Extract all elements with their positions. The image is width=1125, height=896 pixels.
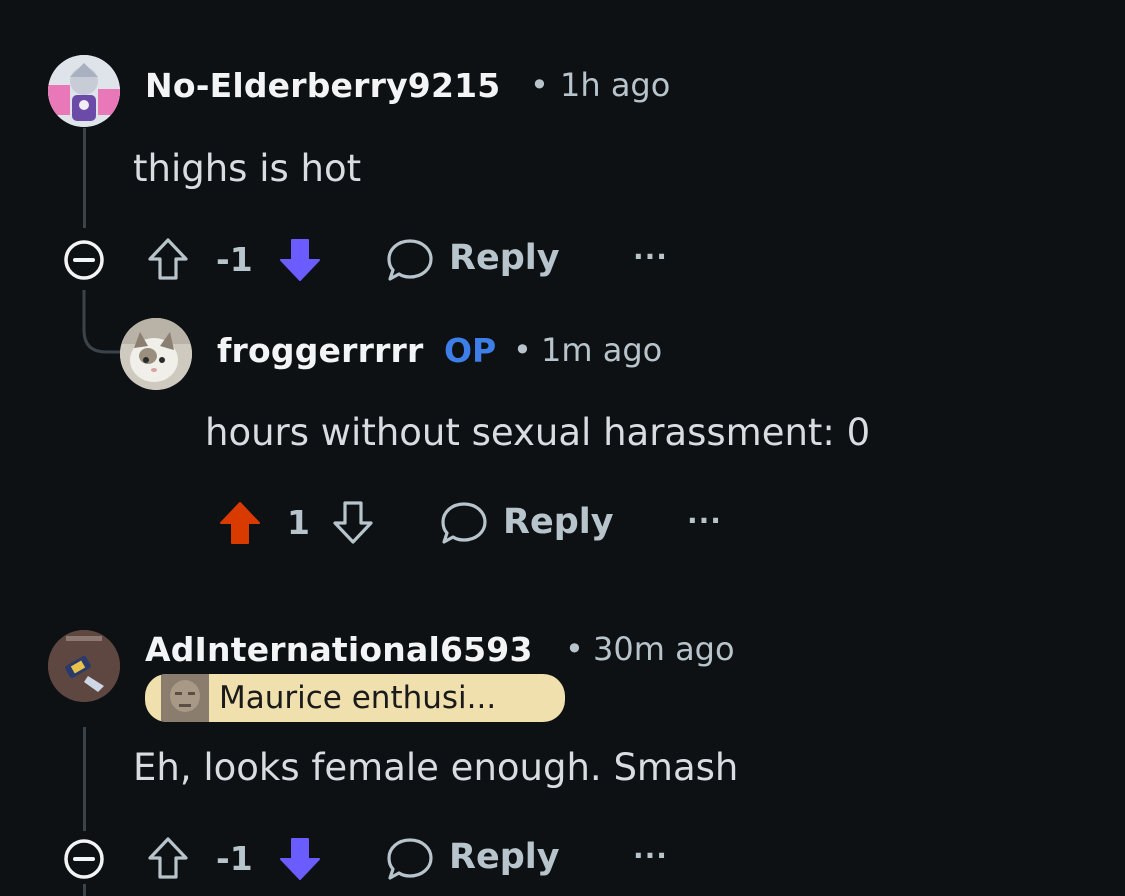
user-flair: Maurice enthusi...	[145, 674, 565, 722]
reply-icon[interactable]	[385, 835, 435, 883]
timestamp[interactable]: 1h ago	[560, 66, 670, 104]
vote-score: -1	[216, 240, 253, 279]
avatar-image	[120, 318, 192, 390]
avatar-image	[48, 630, 120, 702]
flair-image	[161, 674, 209, 722]
reply-icon[interactable]	[439, 499, 489, 547]
comment-text: thighs is hot	[133, 147, 362, 190]
flair-text: Maurice enthusi...	[219, 680, 497, 716]
comment-text: Eh, looks female enough. Smash	[133, 746, 739, 789]
downvote-icon[interactable]	[277, 236, 323, 284]
meta-separator: •	[513, 331, 532, 369]
avatar[interactable]	[120, 318, 192, 390]
upvote-icon[interactable]	[217, 499, 263, 547]
meta-separator: •	[565, 630, 584, 668]
more-options-button[interactable]: ···	[687, 504, 722, 537]
reply-icon[interactable]	[385, 236, 435, 284]
meta-separator: •	[530, 66, 549, 104]
reply-button[interactable]: Reply	[449, 238, 560, 278]
thread-line[interactable]	[83, 727, 86, 831]
avatar[interactable]	[48, 630, 120, 702]
more-options-button[interactable]: ···	[633, 240, 668, 273]
thread-line[interactable]	[83, 128, 86, 228]
upvote-icon[interactable]	[146, 236, 190, 282]
username[interactable]: AdInternational6593	[145, 630, 533, 669]
timestamp[interactable]: 30m ago	[593, 630, 735, 668]
reply-button[interactable]: Reply	[449, 837, 560, 877]
upvote-icon[interactable]	[146, 835, 190, 881]
more-options-button[interactable]: ···	[633, 839, 668, 872]
reply-button[interactable]: Reply	[503, 502, 614, 542]
avatar[interactable]	[48, 55, 120, 127]
vote-score: -1	[216, 839, 253, 878]
username[interactable]: No-Elderberry9215	[145, 66, 500, 105]
op-badge: OP	[444, 331, 497, 370]
collapse-icon[interactable]	[62, 837, 106, 881]
timestamp[interactable]: 1m ago	[541, 331, 662, 369]
avatar-image	[48, 55, 120, 127]
comment-text: hours without sexual harassment: 0	[205, 411, 871, 454]
thread-connector[interactable]	[82, 290, 126, 356]
thread-line-continuation[interactable]	[83, 884, 86, 896]
username[interactable]: froggerrrrr	[217, 331, 424, 370]
vote-score: 1	[287, 503, 310, 542]
downvote-icon[interactable]	[277, 835, 323, 883]
downvote-icon[interactable]	[331, 499, 375, 547]
collapse-icon[interactable]	[62, 238, 106, 282]
